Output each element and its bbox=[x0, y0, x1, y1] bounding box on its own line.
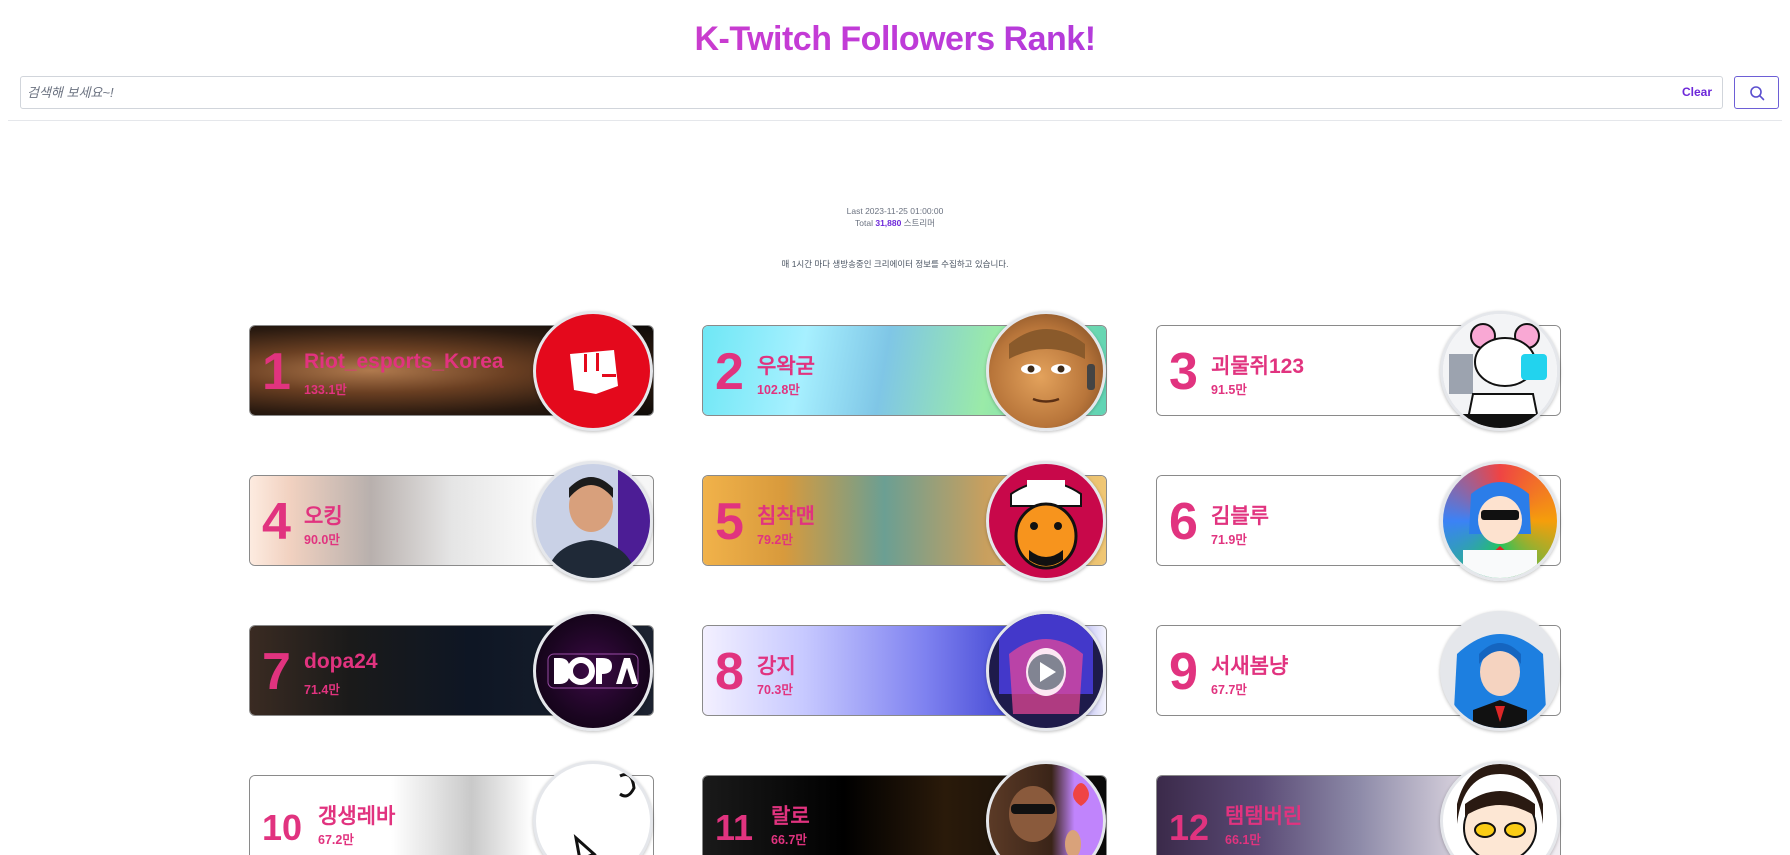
total-value: 31,880 bbox=[875, 218, 902, 228]
follower-count: 67.2만 bbox=[318, 833, 354, 847]
cartoon-man-icon bbox=[1010, 480, 1082, 570]
streamer-name: 오킹 bbox=[304, 505, 343, 528]
header-divider bbox=[8, 120, 1782, 121]
streamer-name: 침착맨 bbox=[757, 505, 815, 528]
rank-number: 3 bbox=[1169, 343, 1198, 401]
streamer-name: dopa24 bbox=[304, 650, 378, 673]
avatar bbox=[986, 311, 1106, 431]
follower-count: 91.5만 bbox=[1211, 383, 1247, 397]
streamer-name: 갱생레바 bbox=[318, 805, 396, 828]
rank-number: 1 bbox=[262, 343, 291, 401]
streamer-card[interactable]: 10 갱생레바 67.2만 bbox=[249, 761, 654, 855]
rank-number: 11 bbox=[715, 807, 754, 848]
follower-count: 70.3만 bbox=[757, 683, 793, 697]
page-title: K-Twitch Followers Rank! bbox=[0, 20, 1790, 59]
search-button[interactable] bbox=[1734, 76, 1779, 109]
streamer-card[interactable]: 12 탬탬버린 66.1만 bbox=[1156, 761, 1561, 855]
rank-number: 12 bbox=[1169, 807, 1210, 848]
cartoon-face-icon bbox=[1457, 764, 1543, 855]
search-icon bbox=[1750, 86, 1765, 101]
follower-count: 66.7만 bbox=[771, 833, 807, 847]
streamer-card[interactable]: 7 dopa24 71.4만 bbox=[249, 611, 654, 731]
follower-count: 79.2만 bbox=[757, 533, 793, 547]
streamer-name: Riot_esports_Korea bbox=[304, 350, 504, 373]
avatar bbox=[986, 461, 1106, 581]
streamer-name: 서새봄냥 bbox=[1211, 655, 1289, 678]
last-label: Last bbox=[846, 206, 863, 216]
anime-character-icon bbox=[999, 614, 1093, 714]
avatar bbox=[1440, 461, 1560, 581]
rank-number: 2 bbox=[715, 343, 744, 401]
follower-count: 71.4만 bbox=[304, 683, 340, 697]
cosplay-photo-icon bbox=[1453, 634, 1547, 728]
streamer-card[interactable]: 1 Riot_esports_Korea 133.1만 bbox=[249, 311, 654, 431]
streamer-card[interactable]: 6 김블루 71.9만 bbox=[1156, 461, 1561, 581]
rank-number: 7 bbox=[262, 643, 291, 701]
rank-number: 6 bbox=[1169, 493, 1198, 551]
streamer-name: 괴물쥐123 bbox=[1211, 355, 1304, 378]
last-value: 2023-11-25 01:00:00 bbox=[865, 206, 944, 216]
streamer-card[interactable]: 9 서새봄냥 67.7만 bbox=[1156, 611, 1561, 731]
streamer-name: 랄로 bbox=[771, 805, 810, 828]
rank-number: 8 bbox=[715, 643, 744, 701]
streamer-card[interactable]: 11 랄로 66.7만 bbox=[702, 761, 1107, 855]
streamer-card[interactable]: 2 우왁굳 102.8만 bbox=[702, 311, 1107, 431]
streamer-card[interactable]: 8 강지 70.3만 bbox=[702, 611, 1107, 731]
avatar bbox=[1440, 311, 1560, 431]
total-unit: 스트리머 bbox=[903, 218, 935, 228]
follower-count: 133.1만 bbox=[304, 383, 347, 397]
avatar bbox=[533, 611, 653, 731]
person-photo-icon bbox=[1009, 783, 1089, 855]
avatar bbox=[533, 311, 653, 431]
rank-number: 10 bbox=[262, 807, 303, 848]
streamer-name: 강지 bbox=[757, 655, 796, 678]
collection-description: 매 1시간 마다 생방송중인 크리에이터 정보를 수집하고 있습니다. bbox=[781, 259, 1009, 269]
follower-count: 66.1만 bbox=[1225, 833, 1261, 847]
follower-count: 67.7만 bbox=[1211, 683, 1247, 697]
total-label: Total bbox=[855, 218, 873, 228]
avatar bbox=[533, 461, 653, 581]
rank-number: 4 bbox=[262, 493, 291, 551]
streamer-name: 탬탬버린 bbox=[1225, 805, 1303, 828]
clear-button[interactable]: Clear bbox=[1682, 85, 1712, 99]
anime-character-icon bbox=[1463, 482, 1537, 578]
search-bar: Clear bbox=[20, 76, 1723, 109]
person-photo-icon bbox=[546, 464, 650, 578]
last-updated: Last 2023-11-25 01:00:00 bbox=[0, 206, 1790, 216]
rank-number: 5 bbox=[715, 493, 744, 551]
follower-count: 102.8만 bbox=[757, 383, 800, 397]
streamer-card[interactable]: 4 오킹 90.0만 bbox=[249, 461, 654, 581]
mouse-streamer-icon bbox=[1443, 314, 1557, 428]
dopa-logo-icon bbox=[547, 653, 639, 689]
fist-logo-icon bbox=[570, 350, 618, 394]
streamer-name: 우왁굳 bbox=[757, 355, 815, 378]
rank-number: 9 bbox=[1169, 643, 1198, 701]
streamer-card[interactable]: 5 침착맨 79.2만 bbox=[702, 461, 1107, 581]
cartoon-face-icon bbox=[1009, 329, 1095, 403]
search-input[interactable] bbox=[27, 77, 1627, 108]
follower-count: 71.9만 bbox=[1211, 533, 1247, 547]
streamer-card[interactable]: 3 괴물쥐123 91.5만 bbox=[1156, 311, 1561, 431]
streamer-name: 김블루 bbox=[1211, 505, 1269, 528]
avatar bbox=[986, 611, 1106, 731]
avatar bbox=[1440, 611, 1560, 731]
total-count: Total 31,880 스트리머 bbox=[0, 217, 1790, 229]
doodle-face-icon bbox=[536, 764, 636, 855]
follower-count: 90.0만 bbox=[304, 533, 340, 547]
